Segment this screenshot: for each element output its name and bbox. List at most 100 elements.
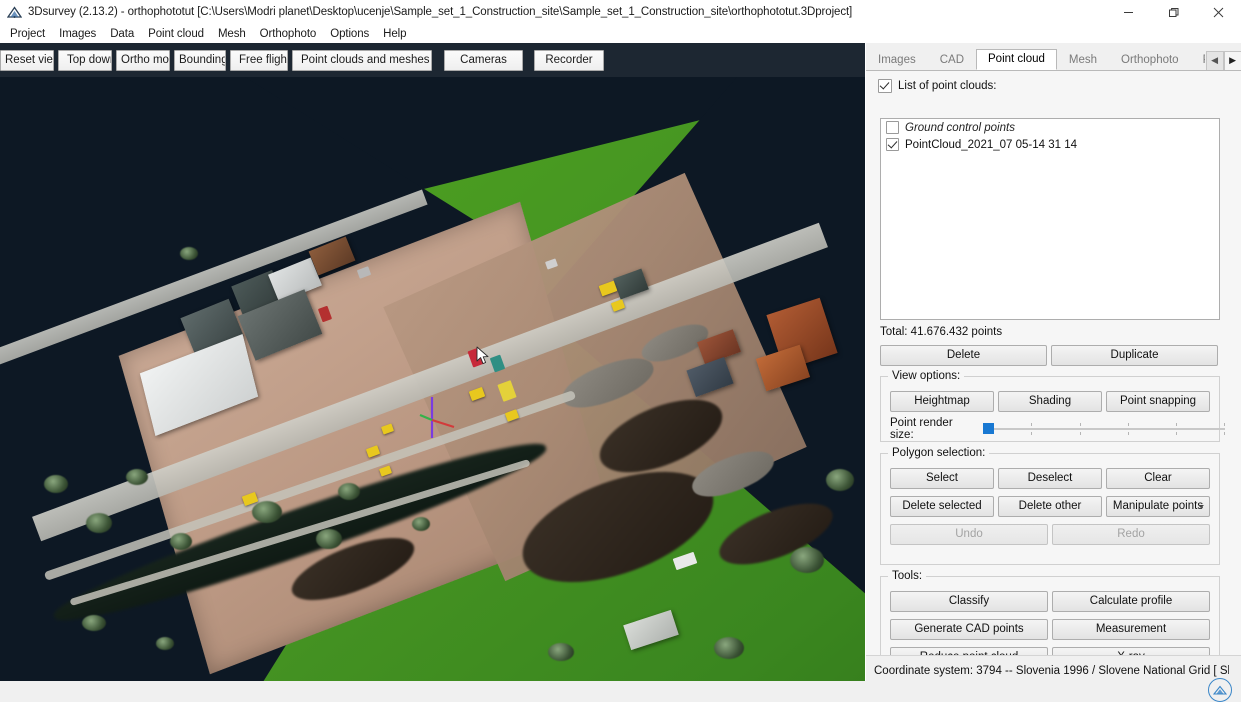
delete-selected-button[interactable]: Delete selected — [890, 496, 994, 517]
tree — [790, 547, 824, 573]
menu-item-point-cloud[interactable]: Point cloud — [141, 26, 211, 42]
menu-item-options[interactable]: Options — [323, 26, 376, 42]
3dsurvey-logo-icon — [1208, 678, 1232, 702]
menu-item-images[interactable]: Images — [52, 26, 103, 42]
list-of-point-clouds-checkbox[interactable] — [878, 79, 892, 93]
tree — [86, 513, 112, 533]
clear-button[interactable]: Clear — [1106, 468, 1210, 489]
point-cloud-tab-body: List of point clouds: Ground control poi… — [866, 70, 1241, 656]
view-options-title: View options: — [888, 370, 964, 382]
menu-item-data[interactable]: Data — [103, 26, 141, 42]
window-title: 3Dsurvey (2.13.2) - orthophototut [C:\Us… — [28, 6, 852, 18]
classify-button[interactable]: Classify — [890, 591, 1048, 612]
point-render-size-label: Point render size: — [890, 417, 977, 441]
view-toolbar: Reset view Top down Ortho mode Bounding … — [0, 43, 865, 77]
tab-orthophoto[interactable]: Orthophoto — [1109, 50, 1191, 70]
tree — [714, 637, 744, 659]
manipulate-points-button[interactable]: Manipulate points — [1106, 496, 1210, 517]
list-item[interactable]: Ground control points — [881, 119, 1219, 136]
view-options-group: View options: Heightmap Shading Point sn… — [880, 376, 1220, 442]
window-controls — [1106, 0, 1241, 24]
axis-gizmo — [414, 393, 460, 443]
shading-button[interactable]: Shading — [998, 391, 1102, 412]
point-clouds-and-meshes-button[interactable]: Point clouds and meshes — [292, 50, 432, 71]
heightmap-button[interactable]: Heightmap — [890, 391, 994, 412]
chevron-down-icon[interactable] — [1198, 505, 1204, 508]
tree — [316, 529, 342, 549]
tools-title: Tools: — [888, 570, 926, 582]
title-bar: 3Dsurvey (2.13.2) - orthophototut [C:\Us… — [0, 0, 1241, 24]
list-item-checkbox[interactable] — [886, 138, 899, 151]
tab-scroll-controls: ◀ ▶ — [1206, 51, 1241, 70]
deselect-button[interactable]: Deselect — [998, 468, 1102, 489]
select-button[interactable]: Select — [890, 468, 994, 489]
reset-view-button[interactable]: Reset view — [0, 50, 54, 71]
calculate-profile-button[interactable]: Calculate profile — [1052, 591, 1210, 612]
point-cloud-scene — [0, 77, 865, 681]
list-of-point-clouds-label: List of point clouds: — [898, 80, 996, 92]
tree — [338, 483, 360, 500]
top-down-button[interactable]: Top down — [58, 50, 112, 71]
point-cloud-list[interactable]: Ground control points PointCloud_2021_07… — [880, 118, 1220, 320]
delete-button[interactable]: Delete — [880, 345, 1047, 366]
maximize-restore-button[interactable] — [1151, 0, 1196, 24]
point-render-size-slider[interactable] — [983, 422, 1219, 436]
menu-bar: Project Images Data Point cloud Mesh Ort… — [0, 24, 1241, 43]
tree — [252, 501, 282, 523]
undo-button[interactable]: Undo — [890, 524, 1048, 545]
3dsurvey-logo-icon — [6, 5, 22, 19]
tree — [44, 475, 68, 493]
tree — [82, 615, 106, 631]
tab-point-cloud[interactable]: Point cloud — [976, 49, 1057, 70]
list-item-label: Ground control points — [905, 122, 1015, 134]
menu-item-mesh[interactable]: Mesh — [211, 26, 253, 42]
total-points-label: Total: 41.676.432 points — [880, 326, 1002, 338]
measurement-button[interactable]: Measurement — [1052, 619, 1210, 640]
ortho-mode-button[interactable]: Ortho mode — [116, 50, 170, 71]
tab-scroll-right-icon[interactable]: ▶ — [1224, 51, 1241, 71]
menu-item-orthophoto[interactable]: Orthophoto — [253, 26, 324, 42]
right-panel: Images CAD Point cloud Mesh Orthophoto P… — [866, 43, 1241, 655]
tab-profile[interactable]: Profile — [1191, 50, 1206, 70]
slider-handle[interactable] — [983, 423, 994, 434]
cameras-button[interactable]: Cameras — [444, 50, 523, 71]
tab-images[interactable]: Images — [866, 50, 928, 70]
tree — [826, 469, 854, 491]
panel-tab-strip: Images CAD Point cloud Mesh Orthophoto P… — [866, 48, 1241, 70]
tree — [156, 637, 174, 650]
menu-item-project[interactable]: Project — [3, 26, 52, 42]
list-item-checkbox[interactable] — [886, 121, 899, 134]
polygon-selection-group: Polygon selection: Select Deselect Clear… — [880, 453, 1220, 565]
free-flight-button[interactable]: Free flight — [230, 50, 288, 71]
list-item-label: PointCloud_2021_07 05-14 31 14 — [905, 139, 1077, 151]
point-snapping-button[interactable]: Point snapping — [1106, 391, 1210, 412]
list-item[interactable]: PointCloud_2021_07 05-14 31 14 — [881, 136, 1219, 153]
list-of-point-clouds-header[interactable]: List of point clouds: — [878, 79, 1241, 93]
viewport-bottom-strip — [0, 681, 866, 700]
manipulate-points-label: Manipulate points — [1113, 500, 1203, 512]
tab-scroll-left-icon[interactable]: ◀ — [1206, 51, 1224, 71]
tree — [412, 517, 430, 531]
3d-point-cloud-viewport[interactable] — [0, 77, 865, 681]
polygon-selection-title: Polygon selection: — [888, 447, 989, 459]
menu-item-help[interactable]: Help — [376, 26, 413, 42]
close-button[interactable] — [1196, 0, 1241, 24]
tree — [548, 643, 574, 661]
application-window: 3Dsurvey (2.13.2) - orthophototut [C:\Us… — [0, 0, 1241, 700]
tree — [170, 533, 192, 550]
tab-cad[interactable]: CAD — [928, 50, 976, 70]
status-bar: Coordinate system: 3794 -- Slovenia 1996… — [866, 655, 1241, 701]
delete-other-button[interactable]: Delete other — [998, 496, 1102, 517]
mouse-cursor — [476, 346, 490, 366]
tree — [180, 247, 198, 260]
coordinate-system-label: Coordinate system: 3794 -- Slovenia 1996… — [874, 665, 1229, 677]
generate-cad-points-button[interactable]: Generate CAD points — [890, 619, 1048, 640]
bounding-box-button[interactable]: Bounding Box — [174, 50, 226, 71]
tab-mesh[interactable]: Mesh — [1057, 50, 1109, 70]
minimize-button[interactable] — [1106, 0, 1151, 24]
slider-ticks — [983, 422, 1225, 436]
redo-button[interactable]: Redo — [1052, 524, 1210, 545]
duplicate-button[interactable]: Duplicate — [1051, 345, 1218, 366]
recorder-button[interactable]: Recorder — [534, 50, 604, 71]
tree — [126, 469, 148, 485]
